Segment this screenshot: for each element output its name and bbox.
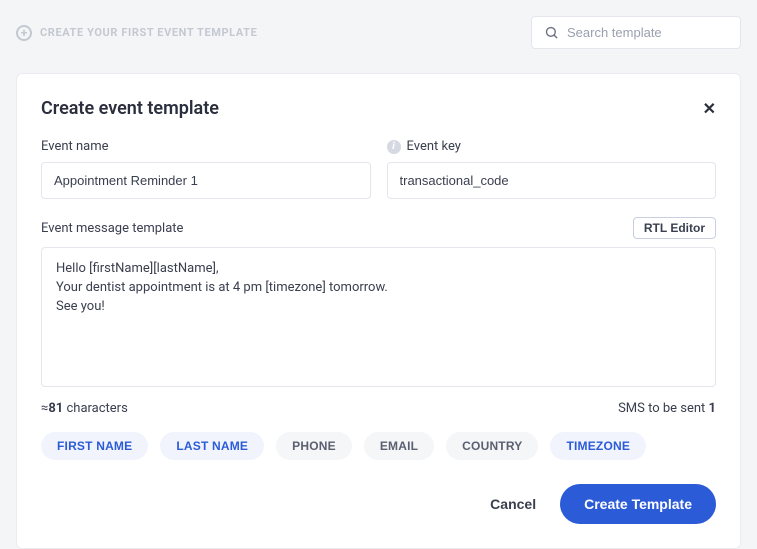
- event-name-input[interactable]: [41, 162, 371, 199]
- create-template-button[interactable]: Create Template: [560, 484, 716, 524]
- counter-row: ≈81 characters SMS to be sent 1: [41, 401, 716, 416]
- actions-row: Cancel Create Template: [41, 484, 716, 524]
- chip-last-name[interactable]: LAST NAME: [160, 432, 264, 460]
- event-key-label: Event key: [407, 139, 461, 154]
- chip-email[interactable]: EMAIL: [364, 432, 434, 460]
- chips-row: FIRST NAME LAST NAME PHONE EMAIL COUNTRY TIME…: [41, 432, 716, 460]
- search-icon: [544, 25, 559, 40]
- chip-timezone[interactable]: TIMEZONE: [550, 432, 646, 460]
- event-name-field: Event name: [41, 139, 371, 199]
- rtl-editor-button[interactable]: RTL Editor: [633, 217, 716, 239]
- search-box[interactable]: [531, 16, 741, 49]
- cancel-button[interactable]: Cancel: [490, 496, 536, 512]
- event-name-label: Event name: [41, 139, 109, 154]
- card-header: Create event template ✕: [41, 98, 716, 119]
- message-label: Event message template: [41, 221, 183, 236]
- topbar: + CREATE YOUR FIRST EVENT TEMPLATE: [0, 0, 757, 49]
- breadcrumb-wrap: + CREATE YOUR FIRST EVENT TEMPLATE: [16, 25, 257, 41]
- card-title: Create event template: [41, 98, 219, 119]
- fields-row: Event name i Event key: [41, 139, 716, 199]
- breadcrumb-title: CREATE YOUR FIRST EVENT TEMPLATE: [40, 26, 257, 39]
- chip-country[interactable]: COUNTRY: [446, 432, 538, 460]
- create-template-card: Create event template ✕ Event name i Eve…: [16, 73, 741, 549]
- close-button[interactable]: ✕: [703, 99, 716, 119]
- chip-phone[interactable]: PHONE: [276, 432, 352, 460]
- char-count: ≈81 characters: [41, 401, 128, 416]
- sms-count: SMS to be sent 1: [618, 401, 716, 416]
- info-icon: i: [387, 140, 401, 154]
- event-key-field: i Event key: [387, 139, 717, 199]
- message-textarea[interactable]: [41, 247, 716, 387]
- message-label-row: Event message template RTL Editor: [41, 217, 716, 239]
- chip-first-name[interactable]: FIRST NAME: [41, 432, 148, 460]
- event-key-input[interactable]: [387, 162, 717, 199]
- plus-circle-icon: +: [16, 25, 32, 41]
- search-input[interactable]: [567, 25, 728, 40]
